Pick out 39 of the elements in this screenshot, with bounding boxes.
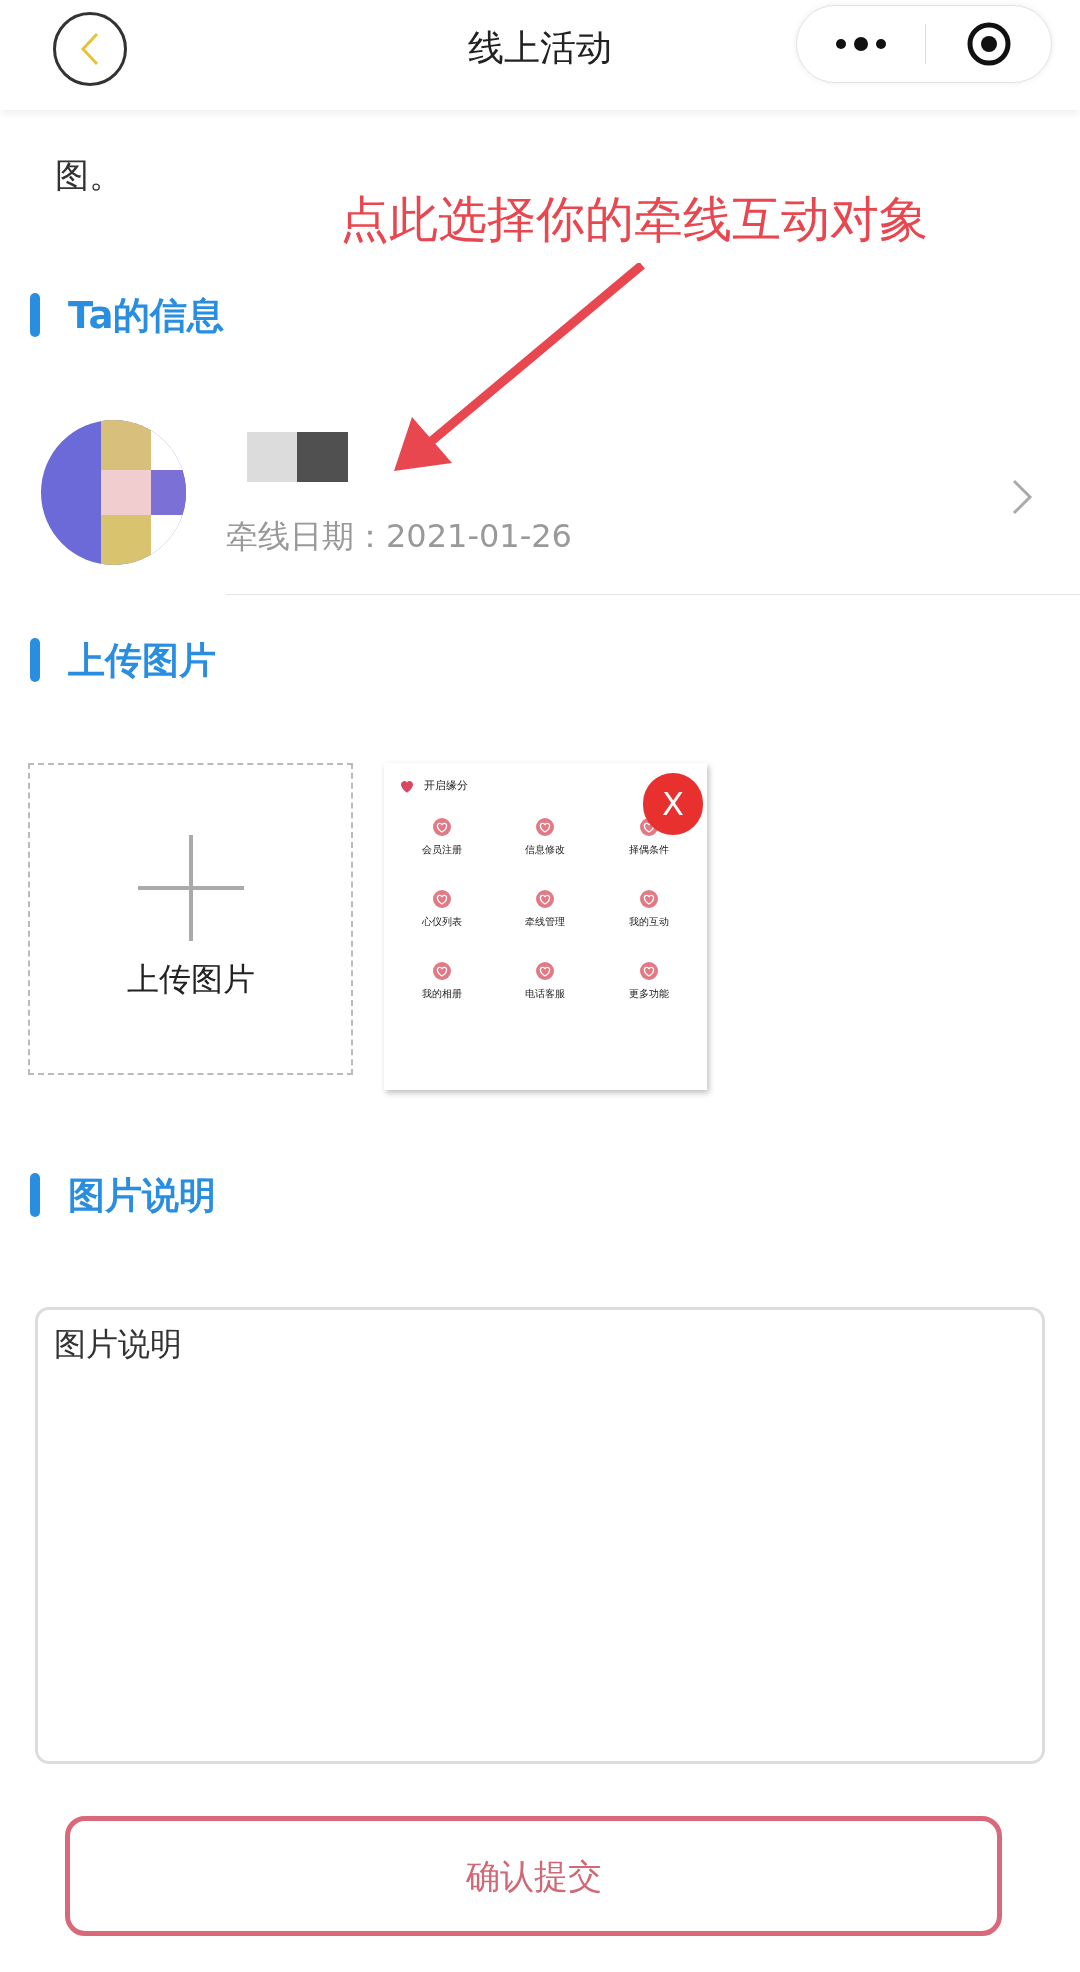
back-icon — [79, 31, 101, 67]
heart-badge-icon — [535, 817, 556, 837]
thumbnail-menu-label: 择偶条件 — [629, 845, 670, 855]
remove-image-button[interactable]: X — [643, 773, 703, 835]
match-date: 牵线日期：2021-01-26 — [226, 520, 572, 552]
heart-badge-icon — [535, 889, 556, 909]
thumbnail-menu-label: 我的相册 — [421, 989, 462, 999]
thumbnail-title: 开启缘分 — [424, 777, 468, 794]
section-title: 上传图片 — [68, 641, 216, 679]
heart-badge-icon — [431, 961, 452, 981]
section-title: Ta的信息 — [68, 296, 225, 334]
thumbnail-menu-label: 更多功能 — [629, 989, 670, 999]
heart-badge-icon — [431, 817, 452, 837]
thumbnail-menu-label: 信息修改 — [525, 845, 566, 855]
upload-image-button[interactable]: 上传图片 — [28, 763, 353, 1075]
plus-icon — [137, 835, 244, 941]
thumbnail-menu-label: 我的互动 — [629, 917, 670, 927]
section-marker — [30, 1173, 40, 1217]
heart-badge-icon — [639, 889, 660, 909]
partner-row[interactable]: 牵线日期：2021-01-26 — [0, 390, 1080, 595]
back-button[interactable] — [53, 12, 127, 86]
caption-field[interactable]: 图片说明 — [35, 1307, 1045, 1764]
thumbnail-menu-label: 牵线管理 — [525, 917, 566, 927]
thumbnail-menu-label: 电话客服 — [525, 989, 566, 999]
submit-button[interactable]: 确认提交 — [65, 1816, 1002, 1936]
heart-badge-icon — [639, 961, 660, 981]
page-title: 线上活动 — [468, 26, 612, 70]
heart-badge-icon — [535, 961, 556, 981]
intro-text: 图。 — [55, 155, 123, 195]
thumbnail-menu-label: 心仪列表 — [421, 917, 462, 927]
heart-badge-icon — [431, 889, 452, 909]
section-marker — [30, 638, 40, 682]
section-marker — [30, 293, 40, 337]
thumbnail-menu-label: 会员注册 — [421, 845, 462, 855]
more-icon — [835, 37, 887, 51]
section-title: 图片说明 — [68, 1176, 216, 1214]
chevron-right-icon — [1011, 478, 1033, 516]
target-icon — [965, 21, 1012, 67]
annotation-text: 点此选择你的牵线互动对象 — [340, 195, 929, 244]
